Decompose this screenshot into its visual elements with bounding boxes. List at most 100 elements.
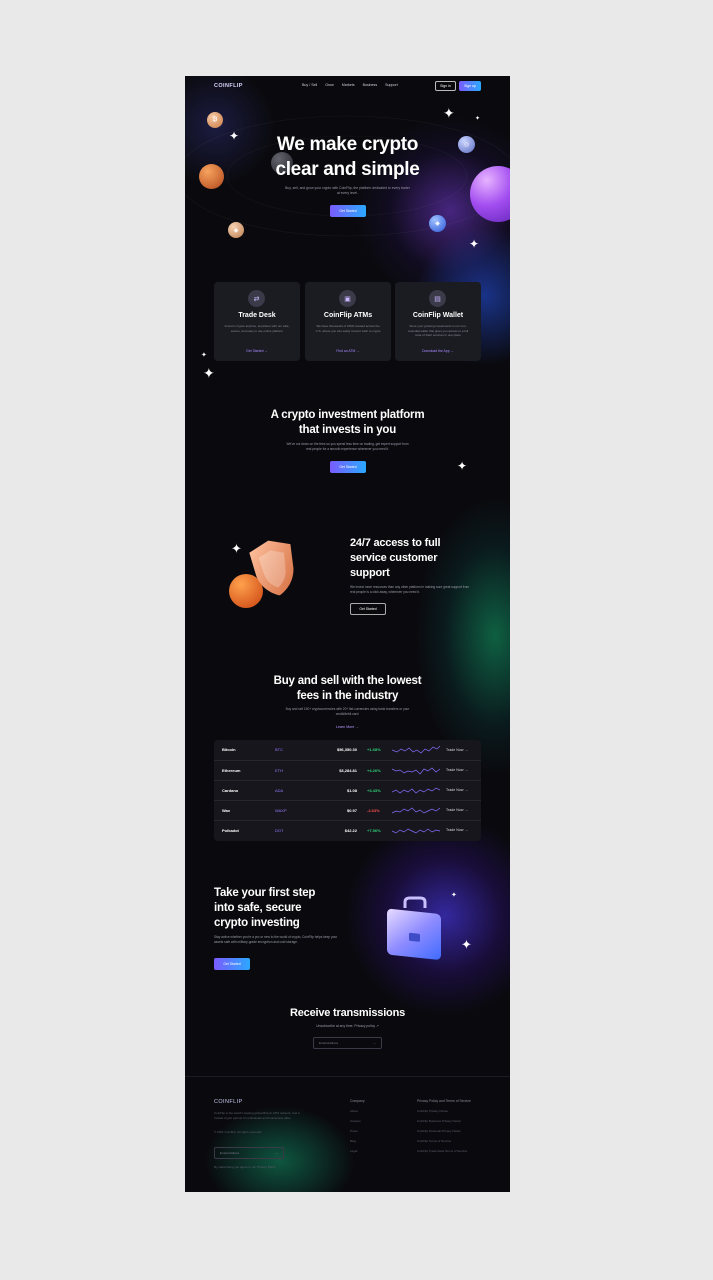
footer-link[interactable]: Legal bbox=[350, 1149, 357, 1153]
orbit-rings bbox=[185, 115, 510, 237]
table-row[interactable]: Ethereum ETH $3,284.81 +4.26% Trade Now … bbox=[214, 760, 481, 780]
coin-change: +4.26% bbox=[367, 767, 381, 773]
newsletter-subtitle: Unsubscribe at any time. Privacy policy … bbox=[316, 1024, 379, 1028]
nav-link-support[interactable]: Support bbox=[385, 83, 398, 87]
footer-col2-head: Privacy Policy and Terms of Service bbox=[417, 1099, 471, 1103]
footer-link[interactable]: Press bbox=[350, 1129, 358, 1133]
email-placeholder: Email Address bbox=[220, 1151, 240, 1155]
platform-title-line1: A crypto investment platform bbox=[270, 409, 425, 421]
trade-now-link[interactable]: Trade Now → bbox=[446, 788, 468, 792]
sparkline-chart bbox=[392, 807, 440, 814]
footer-link[interactable]: About bbox=[350, 1109, 358, 1113]
learn-more-link[interactable]: Learn More → bbox=[310, 725, 385, 730]
step-title: Take your first step into safe, secure c… bbox=[214, 886, 354, 931]
footer-link[interactable]: CoinFlip Financial Privacy Notice bbox=[417, 1129, 461, 1133]
support-title-line1: 24/7 access to full bbox=[350, 537, 441, 549]
trade-now-link[interactable]: Trade Now → bbox=[446, 748, 468, 752]
trade-now-link[interactable]: Trade Now → bbox=[446, 768, 468, 772]
shield-icon bbox=[249, 540, 294, 596]
signin-button[interactable]: Sign in bbox=[435, 81, 456, 91]
support-get-started-button[interactable]: Get Started bbox=[350, 603, 386, 615]
sparkle-icon: ✦ bbox=[451, 892, 457, 899]
card-desc: We have thousands of ATMs located across… bbox=[315, 324, 381, 333]
footer: COINFLIP CoinFlip is the world's leading… bbox=[185, 1076, 510, 1192]
platform-get-started-button[interactable]: Get Started bbox=[330, 461, 366, 473]
hero-title-line2: clear and simple bbox=[275, 159, 420, 180]
card-title: CoinFlip ATMs bbox=[323, 312, 373, 319]
support-title-line3: support bbox=[350, 567, 390, 579]
footer-about: CoinFlip is the world's leading global B… bbox=[214, 1111, 300, 1120]
step-subtitle: Stay active whether you're a pro or new … bbox=[214, 935, 338, 944]
exchange-icon: ⇄ bbox=[248, 290, 265, 307]
step-get-started-button[interactable]: Get Started bbox=[214, 958, 250, 970]
coin-name: Wax bbox=[222, 807, 231, 813]
coin-symbol: WAXP bbox=[275, 807, 287, 813]
footer-logo[interactable]: COINFLIP bbox=[214, 1099, 243, 1105]
nav-link-grow[interactable]: Grow bbox=[325, 83, 334, 87]
newsletter-email-input[interactable]: Email Address → bbox=[313, 1037, 382, 1049]
coin-change: +7.56% bbox=[367, 827, 381, 833]
submit-arrow-icon[interactable]: → bbox=[275, 1151, 278, 1155]
trade-now-link[interactable]: Trade Now → bbox=[446, 808, 468, 812]
coin-symbol: BTC bbox=[275, 747, 283, 753]
table-row[interactable]: Wax WAXP $0.97 -2.63% Trade Now → bbox=[214, 800, 481, 820]
footer-email-input[interactable]: Email Address → bbox=[214, 1147, 284, 1159]
sparkle-icon: ✦ bbox=[443, 105, 455, 121]
price-table: Bitcoin BTC $56,350.30 +1.68% Trade Now … bbox=[214, 740, 481, 841]
support-subtitle: We invest more resources than any other … bbox=[350, 585, 470, 594]
card-trade-desk: ⇄ Trade Desk Invest in crypto anytime, a… bbox=[214, 282, 300, 361]
footer-note: By subscribing you agree to our Privacy … bbox=[214, 1165, 276, 1169]
coin-name: Cardano bbox=[222, 787, 239, 793]
footer-link[interactable]: CoinFlip Privacy Notice bbox=[417, 1109, 448, 1113]
card-desc: Store your growing investments in our no… bbox=[407, 324, 469, 337]
table-row[interactable]: Polkadot DOT $42.22 +7.56% Trade Now → bbox=[214, 820, 481, 840]
logo[interactable]: COINFLIP bbox=[214, 83, 243, 89]
sparkle-icon: ✦ bbox=[201, 352, 207, 359]
coin-name: Ethereum bbox=[222, 767, 241, 773]
coin-price: $42.22 bbox=[344, 827, 357, 833]
card-link[interactable]: Find an ATM → bbox=[305, 349, 391, 353]
sparkline-chart bbox=[392, 745, 440, 754]
footer-link[interactable]: CoinFlip Trade Desk Terms of Service bbox=[417, 1149, 467, 1153]
footer-copyright: © 2021 CoinFlip. All rights reserved. bbox=[214, 1130, 262, 1134]
nav-link-business[interactable]: Business bbox=[363, 83, 378, 87]
card-link[interactable]: Download the App → bbox=[395, 349, 481, 353]
coin-name: Bitcoin bbox=[222, 747, 236, 753]
support-title: 24/7 access to full service customer sup… bbox=[350, 536, 490, 581]
coin-change: -2.63% bbox=[367, 807, 380, 813]
nav-link-markets[interactable]: Markets bbox=[342, 83, 355, 87]
nav-link-buy-sell[interactable]: Buy / Sell bbox=[302, 83, 317, 87]
card-title: CoinFlip Wallet bbox=[412, 312, 464, 319]
atm-icon: ▣ bbox=[339, 290, 356, 307]
table-row[interactable]: Cardano ADA $1.08 +3.43% Trade Now → bbox=[214, 780, 481, 800]
newsletter-title: Receive transmissions bbox=[289, 1007, 406, 1019]
platform-title: A crypto investment platform that invest… bbox=[185, 408, 510, 438]
coin-icon: ₿ bbox=[207, 112, 223, 128]
footer-link[interactable]: CoinFlip Terms of Service bbox=[417, 1139, 451, 1143]
coin-name: Polkadot bbox=[222, 827, 239, 833]
footer-link[interactable]: Blog bbox=[350, 1139, 356, 1143]
briefcase-icon bbox=[387, 896, 441, 960]
hero-title: We make crypto clear and simple bbox=[185, 132, 510, 182]
hero-get-started-button[interactable]: Get Started bbox=[330, 205, 366, 217]
footer-col1-head: Company bbox=[350, 1099, 365, 1103]
card-coinflip-wallet: ▤ CoinFlip Wallet Store your growing inv… bbox=[395, 282, 481, 361]
submit-arrow-icon[interactable]: → bbox=[373, 1041, 376, 1045]
sparkle-icon: ✦ bbox=[461, 937, 472, 952]
platform-title-line2: that invests in you bbox=[298, 424, 397, 436]
platform-subtitle: We've cut down on the fees so you spend … bbox=[286, 442, 409, 451]
coin-change: +1.68% bbox=[367, 747, 381, 753]
landing-page: COINFLIP Buy / Sell Grow Markets Busines… bbox=[185, 76, 510, 1192]
sparkle-icon: ✦ bbox=[457, 459, 468, 473]
trade-now-link[interactable]: Trade Now → bbox=[446, 828, 468, 832]
card-link[interactable]: Get Started → bbox=[214, 349, 300, 353]
coin-change: +3.43% bbox=[367, 787, 381, 793]
step-title-line2: into safe, secure bbox=[214, 902, 302, 914]
hero-subtitle: Buy, sell, and grow your crypto with Coi… bbox=[285, 186, 410, 195]
signup-button[interactable]: Sign up bbox=[459, 81, 481, 91]
footer-link[interactable]: Careers bbox=[350, 1119, 361, 1123]
coin-symbol: DOT bbox=[275, 827, 284, 833]
nav-links: Buy / Sell Grow Markets Business Support bbox=[302, 83, 398, 87]
footer-link[interactable]: CoinFlip Business Privacy Notice bbox=[417, 1119, 461, 1123]
table-row[interactable]: Bitcoin BTC $56,350.30 +1.68% Trade Now … bbox=[214, 740, 481, 760]
